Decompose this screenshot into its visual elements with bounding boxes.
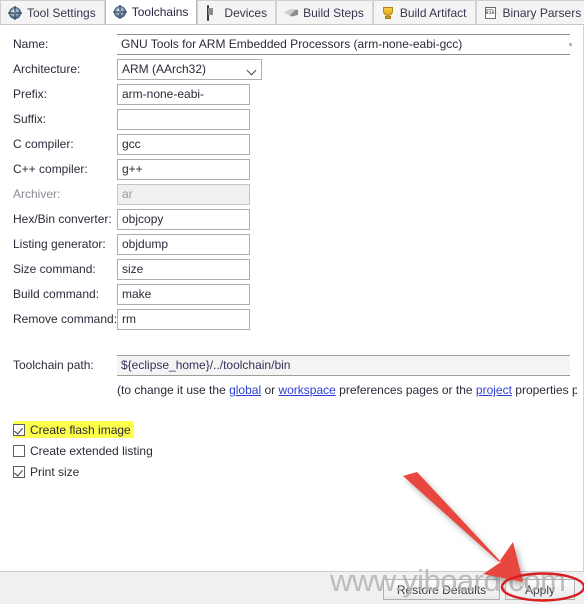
tab-label: Toolchains [131,5,189,19]
architecture-label: Architecture: [13,62,81,76]
checkbox-icon[interactable] [13,423,25,436]
tab-label: Devices [224,5,268,20]
trophy-icon [381,6,395,20]
checkbox-label: Print size [30,464,80,479]
hint-text-1: (to change it use the [117,383,230,397]
name-field-marker [569,43,572,46]
checkbox-label: Create extended listing [30,443,153,458]
toolchain-path-input: ${eclipse_home}/../toolchain/bin [117,355,570,376]
hex-bin-converter-input[interactable]: objcopy [117,209,250,230]
c-compiler-input[interactable]: gcc [117,134,250,155]
global-preferences-link[interactable]: global [229,383,261,397]
checkbox-label: Create flash image [30,422,131,437]
size-command-input[interactable]: size [117,259,250,280]
remove-command-label: Remove command: [13,312,118,326]
name-label: Name: [13,37,49,51]
dialog-button-bar: Restore Defaults Apply [0,571,584,604]
architecture-select[interactable]: ARM (AArch32) [117,59,262,80]
restore-defaults-button[interactable]: Restore Defaults [383,579,500,600]
build-command-input[interactable]: make [117,284,250,305]
remove-command-input[interactable]: rm [117,309,250,330]
tab-label: Tool Settings [27,5,96,20]
gear-globe-icon [8,5,22,20]
tab-bar: Tool Settings Toolchains Devices Build S… [0,0,584,25]
binary-doc-icon: 010 [484,6,498,20]
tab-label: Binary Parsers [502,5,582,20]
archiver-input: ar [117,184,250,205]
hint-text-4: properties pag [515,383,577,397]
checkbox-print-size[interactable]: Print size [13,463,79,480]
tab-devices[interactable]: Devices [197,0,277,24]
size-command-label: Size command: [13,262,96,276]
chevron-down-icon [246,65,257,76]
tab-toolchains[interactable]: Toolchains [104,0,198,24]
workspace-preferences-link[interactable]: workspace [278,383,335,397]
tab-build-artifact[interactable]: Build Artifact [372,0,476,24]
device-icon [205,4,219,21]
prefix-label: Prefix: [13,87,48,101]
tab-tool-settings[interactable]: Tool Settings [0,0,105,24]
toolchain-path-hint: (to change it use the global or workspac… [117,383,577,397]
apply-button[interactable]: Apply [505,579,575,600]
suffix-input[interactable] [117,109,250,130]
archiver-label: Archiver: [13,187,61,201]
toolchain-path-label: Toolchain path: [13,358,94,372]
hint-text-3: preferences pages or the [335,383,476,397]
tab-label: Build Artifact [399,5,467,20]
tab-build-steps[interactable]: Build Steps [276,0,373,24]
checkbox-icon[interactable] [13,465,25,478]
hex-bin-converter-label: Hex/Bin converter: [13,212,112,226]
toolchains-panel: Name: GNU Tools for ARM Embedded Process… [0,25,584,571]
checkbox-icon[interactable] [13,444,25,457]
cpp-compiler-label: C++ compiler: [13,162,88,176]
listing-generator-input[interactable]: objdump [117,234,250,255]
tab-label: Build Steps [303,5,364,20]
hint-text-2: or [261,383,279,397]
architecture-value: ARM (AArch32) [122,62,207,76]
project-properties-link[interactable]: project [476,383,512,397]
checkbox-create-flash-image[interactable]: Create flash image [13,421,134,438]
checkbox-create-extended-listing[interactable]: Create extended listing [13,442,153,459]
name-input[interactable]: GNU Tools for ARM Embedded Processors (a… [117,34,570,55]
tab-binary-parsers[interactable]: 010 Binary Parsers [475,0,584,24]
listing-generator-label: Listing generator: [13,237,106,251]
prefix-input[interactable]: arm-none-eabi- [117,84,250,105]
suffix-label: Suffix: [13,112,47,126]
cpp-compiler-input[interactable]: g++ [117,159,250,180]
c-compiler-label: C compiler: [13,137,74,151]
gear-globe-icon [112,5,127,19]
build-command-label: Build command: [13,287,100,301]
wrench-icon [284,6,299,20]
